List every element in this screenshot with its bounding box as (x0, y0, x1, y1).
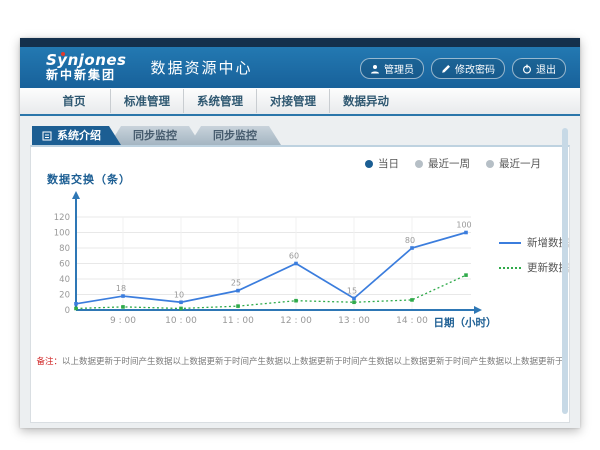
y-tick-label: 100 (54, 229, 70, 239)
x-tick-label: 10 : 00 (165, 316, 197, 326)
x-tick-label: 11 : 00 (222, 316, 254, 326)
legend-item[interactable]: 更新数据 (499, 260, 569, 275)
filter-label: 当日 (378, 156, 399, 171)
admin-user-label: 管理员 (384, 61, 414, 76)
point-value-label: 10 (174, 290, 184, 299)
footnote-label: 备注： (36, 357, 62, 367)
nav-item-interface-mgmt[interactable]: 对接管理 (256, 89, 329, 113)
data-point (121, 294, 125, 298)
data-point (410, 246, 414, 250)
document-icon (42, 131, 52, 141)
data-point (236, 304, 240, 308)
footnote-text: 以上数据更新于时间产生数据以上数据更新于时间产生数据以上数据更新于时间产生数据以… (62, 357, 564, 367)
vertical-scrollbar[interactable] (562, 128, 568, 414)
series-line-1 (76, 275, 466, 308)
y-tick-label: 20 (59, 291, 70, 301)
legend-line-sample (499, 267, 521, 269)
data-point (236, 289, 240, 293)
data-point (179, 300, 183, 304)
point-value-label: 25 (231, 279, 241, 288)
nav-item-data-change[interactable]: 数据异动 (329, 89, 402, 113)
tab-bar: 系统介绍 同步监控 同步监控 (32, 126, 281, 145)
legend-line-sample (499, 242, 521, 244)
tab-label: 同步监控 (133, 129, 177, 142)
point-value-label: 18 (116, 284, 126, 293)
point-value-label: 80 (405, 236, 415, 245)
data-point (294, 299, 298, 303)
data-point (352, 300, 356, 304)
radio-dot (486, 160, 494, 168)
radio-dot (415, 160, 423, 168)
data-point (352, 297, 356, 301)
tab-sync-monitor-2[interactable]: 同步监控 (189, 126, 281, 145)
nav-item-home[interactable]: 首页 (38, 89, 110, 113)
admin-user-button[interactable]: 管理员 (360, 58, 424, 79)
y-tick-label: 120 (54, 213, 70, 223)
page-title: 数据资源中心 (151, 57, 253, 78)
filter-today[interactable]: 当日 (365, 156, 399, 171)
user-area: 管理员 修改密码 退出 (360, 58, 566, 79)
tab-sync-monitor-1[interactable]: 同步监控 (109, 126, 201, 145)
data-point (294, 262, 298, 266)
edit-icon (441, 64, 451, 74)
app-header: Synjones 新中新集团 数据资源中心 管理员 修改密码 (20, 47, 580, 88)
y-axis-title: 数据交换（条） (47, 171, 131, 187)
brand-logo: Synjones 新中新集团 (46, 53, 127, 81)
x-tick-label: 12 : 00 (280, 316, 312, 326)
chart-panel: 当日 最近一周 最近一月 数据交换（条） 0 20 40 60 80 100 120 9 : … (30, 145, 570, 423)
logout-label: 退出 (536, 61, 556, 76)
filter-last-week[interactable]: 最近一周 (415, 156, 470, 171)
time-range-filters: 当日 最近一周 最近一月 (365, 156, 541, 171)
x-tick-label: 9 : 00 (110, 316, 136, 326)
legend-item[interactable]: 新增数据 (499, 235, 569, 250)
data-point (121, 305, 125, 309)
x-tick-label: 14 : 00 (396, 316, 428, 326)
tab-label: 系统介绍 (57, 126, 101, 145)
y-axis-arrow-icon (72, 191, 80, 199)
filter-last-month[interactable]: 最近一月 (486, 156, 541, 171)
power-icon (522, 64, 532, 74)
point-value-label: 15 (347, 286, 357, 295)
radio-dot (365, 160, 373, 168)
user-icon (370, 64, 380, 74)
x-tick-label: 13 : 00 (338, 316, 370, 326)
nav-item-standard-mgmt[interactable]: 标准管理 (110, 89, 183, 113)
y-tick-label: 80 (59, 244, 70, 254)
change-password-button[interactable]: 修改密码 (431, 58, 505, 79)
data-point (74, 302, 78, 306)
x-axis-title: 日期（小时） (434, 316, 497, 329)
y-tick-label: 0 (65, 306, 70, 316)
app-window: Synjones 新中新集团 数据资源中心 管理员 修改密码 (20, 38, 580, 428)
logo-subtext: 新中新集团 (46, 69, 127, 82)
line-chart: 0 20 40 60 80 100 120 9 : 00 10 : 00 11 : 00 12 : … (31, 187, 571, 347)
logo-text: Synjones (46, 53, 127, 69)
data-point (410, 298, 414, 302)
y-tick-label: 60 (59, 260, 70, 270)
filter-label: 最近一周 (428, 156, 470, 171)
nav-item-system-mgmt[interactable]: 系统管理 (183, 89, 256, 113)
point-value-label: 60 (289, 252, 299, 261)
data-point (464, 231, 468, 235)
logout-button[interactable]: 退出 (512, 58, 566, 79)
data-point (74, 307, 78, 311)
tab-label: 同步监控 (213, 129, 257, 142)
filter-label: 最近一月 (499, 156, 541, 171)
change-password-label: 修改密码 (455, 61, 495, 76)
data-point (464, 273, 468, 277)
x-axis-arrow-icon (474, 306, 482, 314)
point-value-label: 100 (456, 221, 471, 230)
data-point (179, 307, 183, 311)
chart-legend: 新增数据更新数据 (499, 235, 569, 285)
window-top-strip (20, 38, 580, 47)
tab-system-intro[interactable]: 系统介绍 (32, 126, 121, 145)
main-nav: 首页 标准管理 系统管理 对接管理 数据异动 (20, 88, 580, 116)
content-area: 系统介绍 同步监控 同步监控 当日 最近一周 (20, 116, 580, 428)
y-tick-label: 40 (59, 275, 70, 285)
footnote: 备注：以上数据更新于时间产生数据以上数据更新于时间产生数据以上数据更新于时间产生… (31, 355, 569, 367)
